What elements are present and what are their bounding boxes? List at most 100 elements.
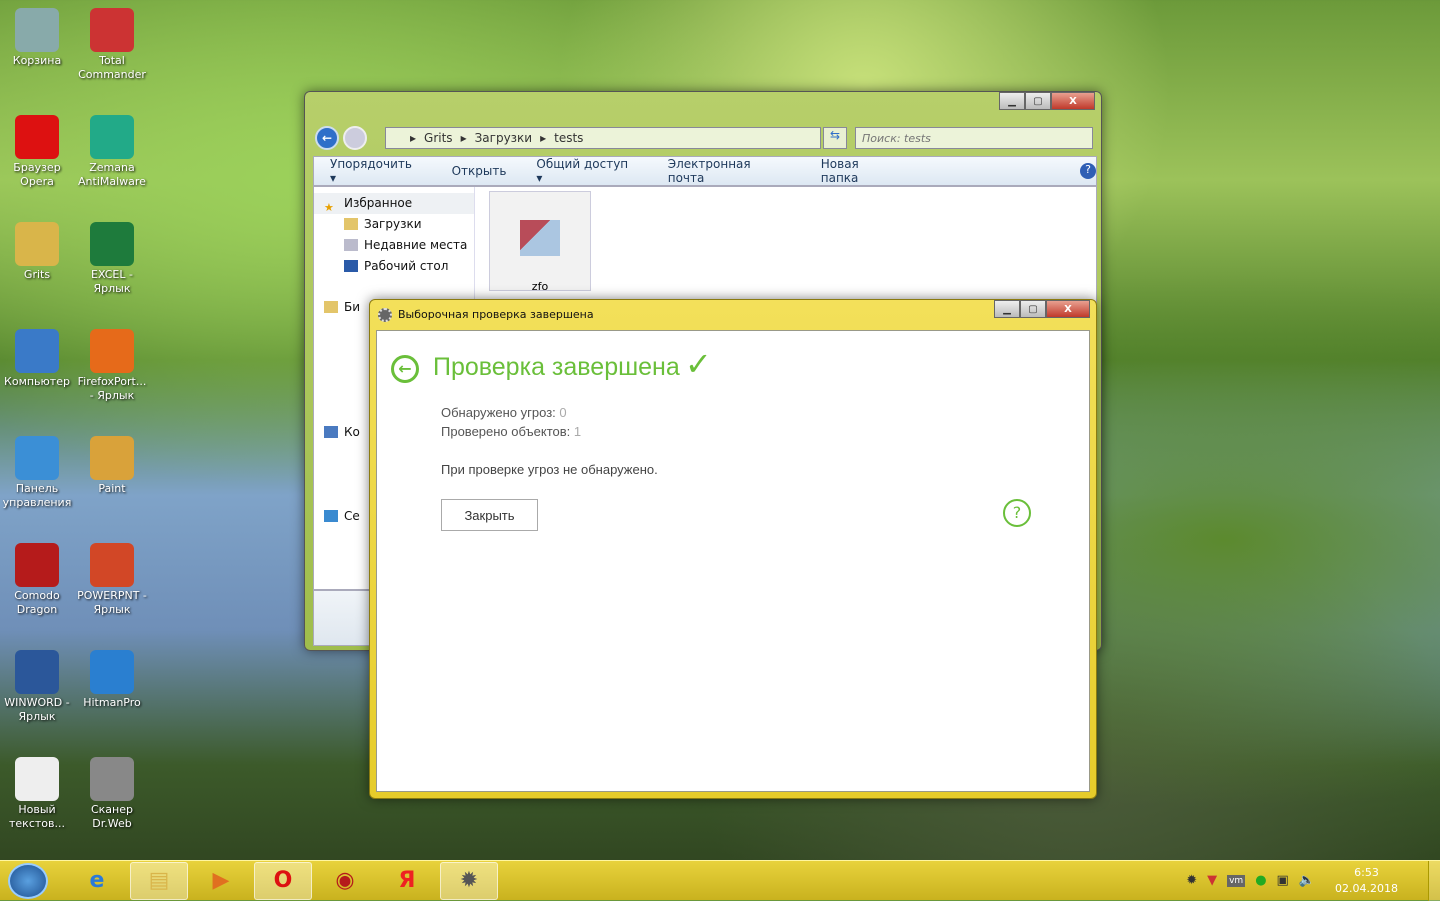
taskbar-comodo-dragon[interactable]: ◉ bbox=[316, 862, 374, 900]
taskbar-opera[interactable]: O bbox=[254, 861, 312, 900]
scan-result-dialog: Выборочная проверка завершена ▁ ▢ X ← Пров… bbox=[369, 299, 1097, 799]
usb-tray-icon[interactable]: ● bbox=[1255, 873, 1266, 888]
minimize-button[interactable]: ▁ bbox=[999, 92, 1025, 110]
show-desktop-button[interactable] bbox=[1428, 860, 1440, 901]
email-button[interactable]: Электронная почта bbox=[668, 157, 791, 185]
folder-icon bbox=[344, 218, 358, 230]
desktop-icon-label: FirefoxPort... - Ярлык bbox=[77, 375, 147, 402]
access-file-icon bbox=[520, 220, 560, 256]
desktop-icon-label: WINWORD - Ярлык bbox=[4, 696, 70, 723]
desktop-icon-label: Total Commander bbox=[78, 54, 146, 81]
checkmark-icon: ✓ bbox=[685, 345, 712, 383]
minimize-button[interactable]: ▁ bbox=[994, 300, 1020, 318]
desktop-icon[interactable]: Новый текстов... bbox=[0, 757, 75, 831]
desktop-icon[interactable]: Корзина bbox=[0, 8, 75, 68]
desktop-icon-label: Панель управления bbox=[2, 482, 72, 509]
open-button[interactable]: Открыть bbox=[452, 164, 507, 178]
desktop-icon-label: Новый текстов... bbox=[9, 803, 65, 830]
nav-desktop[interactable]: Рабочий стол bbox=[314, 256, 474, 277]
breadcrumb-item[interactable]: Загрузки bbox=[475, 131, 533, 145]
desktop-icon-label: Grits bbox=[23, 268, 51, 281]
close-dialog-button[interactable]: Закрыть bbox=[441, 499, 538, 531]
clock[interactable]: 6:53 02.04.2018 bbox=[1335, 865, 1398, 897]
computer-icon bbox=[324, 426, 338, 438]
desktop-icon[interactable]: Панель управления bbox=[0, 436, 75, 510]
app-icon bbox=[90, 329, 134, 373]
desktop-icon-label: Браузер Opera bbox=[13, 161, 61, 188]
sep: ▸ bbox=[540, 131, 547, 145]
dialog-title: Выборочная проверка завершена bbox=[398, 308, 594, 321]
organize-menu[interactable]: Упорядочить ▾ bbox=[330, 157, 422, 185]
network-tray-icon[interactable]: ▣ bbox=[1277, 873, 1289, 888]
desktop-icon-label: POWERPNT - Ярлык bbox=[77, 589, 147, 616]
result-message: При проверке угроз не обнаружено. bbox=[441, 462, 658, 477]
breadcrumb-item[interactable]: tests bbox=[554, 131, 583, 145]
desktop-icon[interactable]: EXCEL - Ярлык bbox=[74, 222, 150, 296]
desktop-icon[interactable]: Сканер Dr.Web bbox=[74, 757, 150, 831]
help-icon[interactable]: ? bbox=[1080, 163, 1096, 179]
desktop-icon-label: Корзина bbox=[12, 54, 62, 67]
desktop-icon-label: EXCEL - Ярлык bbox=[91, 268, 133, 295]
drweb-tray-icon[interactable]: ✹ bbox=[1186, 873, 1197, 888]
file-name: zfo bbox=[531, 280, 549, 293]
forward-button[interactable] bbox=[343, 126, 367, 150]
zemana-tray-icon[interactable]: ▼ bbox=[1207, 873, 1217, 888]
refresh-button[interactable]: ⇆ bbox=[823, 127, 847, 149]
help-icon[interactable]: ? bbox=[1003, 499, 1031, 527]
desktop-icon[interactable]: Total Commander bbox=[74, 8, 150, 82]
app-icon bbox=[15, 8, 59, 52]
desktop-icon-label: Сканер Dr.Web bbox=[90, 803, 133, 830]
clock-time: 6:53 bbox=[1354, 865, 1379, 879]
search-input[interactable] bbox=[855, 127, 1093, 149]
new-folder-button[interactable]: Новая папка bbox=[821, 157, 900, 185]
nav-recent[interactable]: Недавние места bbox=[314, 235, 474, 256]
nav-downloads[interactable]: Загрузки bbox=[314, 214, 474, 235]
taskbar-yandex[interactable]: Я bbox=[378, 862, 436, 900]
share-menu[interactable]: Общий доступ ▾ bbox=[536, 157, 637, 185]
desktop-icon[interactable]: Браузер Opera bbox=[0, 115, 75, 189]
app-icon bbox=[90, 436, 134, 480]
volume-tray-icon[interactable]: 🔈 bbox=[1299, 873, 1315, 888]
close-button[interactable]: X bbox=[1046, 300, 1090, 318]
app-icon bbox=[90, 543, 134, 587]
desktop-icon[interactable]: FirefoxPort... - Ярлык bbox=[74, 329, 150, 403]
app-icon bbox=[15, 543, 59, 587]
taskbar-ie[interactable]: e bbox=[68, 862, 126, 900]
window-controls: ▁ ▢ X bbox=[999, 92, 1095, 110]
desktop-icon[interactable]: Comodo Dragon bbox=[0, 543, 75, 617]
taskbar-drweb[interactable]: ✹ bbox=[440, 861, 498, 900]
maximize-button[interactable]: ▢ bbox=[1025, 92, 1051, 110]
app-icon bbox=[15, 436, 59, 480]
library-icon bbox=[324, 301, 338, 313]
maximize-button[interactable]: ▢ bbox=[1020, 300, 1046, 318]
back-arrow-icon[interactable]: ← bbox=[391, 355, 419, 383]
breadcrumb-item[interactable]: Grits bbox=[424, 131, 453, 145]
nav-favorites[interactable]: ★ Избранное bbox=[314, 193, 474, 214]
app-icon bbox=[90, 8, 134, 52]
vm-tray-icon[interactable]: vm bbox=[1227, 874, 1246, 887]
taskbar: e ▤ ▶ O ◉ Я ✹ ✹ ▼ vm ● ▣ 🔈 6:53 02.04.20… bbox=[0, 860, 1440, 901]
desktop-icon[interactable]: Paint bbox=[74, 436, 150, 496]
sep: ▸ bbox=[410, 131, 417, 145]
desktop-icon[interactable]: Grits bbox=[0, 222, 75, 282]
app-icon bbox=[90, 757, 134, 801]
taskbar-explorer[interactable]: ▤ bbox=[130, 861, 188, 900]
desktop-icon[interactable]: Zemana AntiMalware bbox=[74, 115, 150, 189]
desktop-icon-label: Paint bbox=[98, 482, 126, 495]
desktop-icon[interactable]: POWERPNT - Ярлык bbox=[74, 543, 150, 617]
app-icon bbox=[15, 650, 59, 694]
address-bar[interactable]: ▸ Grits ▸ Загрузки ▸ tests bbox=[385, 127, 821, 149]
desktop-icon[interactable]: WINWORD - Ярлык bbox=[0, 650, 75, 724]
recent-icon bbox=[344, 239, 358, 251]
taskbar-media-player[interactable]: ▶ bbox=[192, 862, 250, 900]
back-button[interactable]: ← bbox=[315, 126, 339, 150]
desktop-icon bbox=[344, 260, 358, 272]
app-icon bbox=[15, 329, 59, 373]
start-button[interactable] bbox=[8, 862, 48, 899]
result-heading: Проверка завершена bbox=[433, 353, 680, 381]
desktop-icon[interactable]: HitmanPro bbox=[74, 650, 150, 710]
desktop-icon[interactable]: Компьютер bbox=[0, 329, 75, 389]
close-button[interactable]: X bbox=[1051, 92, 1095, 110]
desktop-icon-label: Comodo Dragon bbox=[14, 589, 60, 616]
file-item[interactable]: zfo bbox=[489, 191, 591, 293]
